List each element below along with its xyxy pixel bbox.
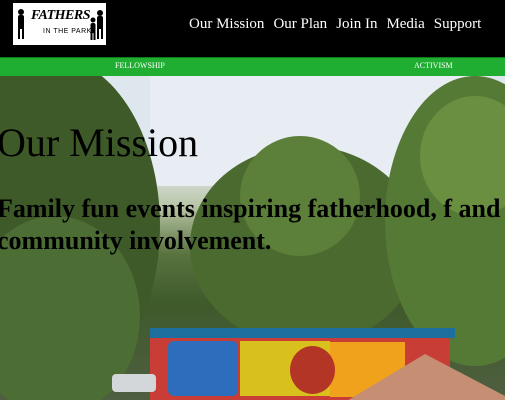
main-nav: Our Mission Our Plan Join In Media Suppo… (189, 16, 490, 33)
mural-panel-red (290, 346, 335, 394)
page-title: Our Mission (0, 120, 199, 165)
logo-text-fathers: FATHERS (31, 8, 91, 23)
building-roof (150, 328, 455, 338)
hero-banner: Our Mission Family fun events inspiring … (0, 76, 505, 400)
subnav-fellowship[interactable]: FELLOWSHIP (115, 61, 165, 70)
site-logo[interactable]: FATHERS IN THE PARK (13, 3, 106, 45)
logo-text-in-the-park: IN THE PARK (43, 28, 92, 35)
parked-car (112, 374, 156, 392)
sub-nav-bar: FELLOWSHIP ACTIVISM (0, 57, 505, 76)
subnav-activism[interactable]: ACTIVISM (414, 61, 453, 70)
hero-tagline: Family fun events inspiring fatherhood, … (0, 194, 501, 255)
nav-our-mission[interactable]: Our Mission (189, 16, 264, 33)
nav-media[interactable]: Media (386, 16, 424, 33)
nav-support[interactable]: Support (434, 16, 482, 33)
nav-our-plan[interactable]: Our Plan (273, 16, 327, 33)
site-header: FATHERS IN THE PARK Our Mission Our Plan… (0, 0, 505, 57)
mural-panel-blue (168, 341, 238, 396)
nav-join-in[interactable]: Join In (336, 16, 377, 33)
